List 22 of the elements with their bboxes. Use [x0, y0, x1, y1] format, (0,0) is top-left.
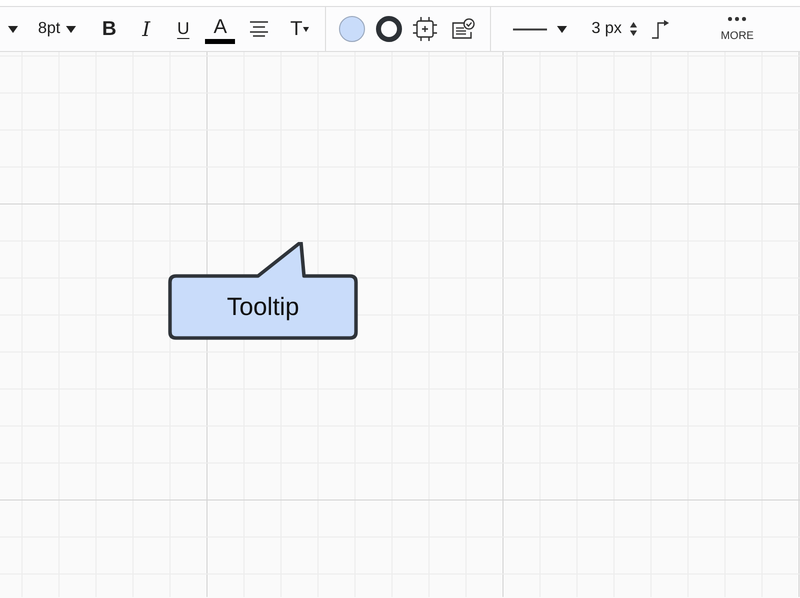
checked-card-icon[interactable]	[451, 18, 476, 40]
crop-icon[interactable]	[413, 17, 438, 41]
line-width-stepper[interactable]: 3 px	[591, 14, 637, 44]
connector-icon[interactable]	[650, 19, 671, 39]
align-center-icon[interactable]	[249, 21, 270, 37]
text-color-button[interactable]: A	[205, 14, 236, 44]
text-menu-button[interactable]: T	[290, 14, 310, 44]
caret-icon	[66, 26, 76, 32]
caret-icon	[557, 26, 568, 32]
more-button[interactable]: MORE	[720, 16, 754, 42]
italic-button[interactable]: I	[131, 14, 162, 44]
callout-text: Tooltip	[226, 292, 300, 322]
line-color-button[interactable]	[376, 16, 402, 42]
bold-button[interactable]: B	[94, 14, 124, 44]
caret-icon	[303, 26, 310, 32]
underline-button[interactable]: U	[168, 14, 198, 44]
dots-icon	[728, 16, 746, 20]
fill-color-button[interactable]	[339, 16, 366, 42]
caret-icon	[8, 26, 18, 32]
line-icon	[513, 28, 548, 30]
font-size-dropdown[interactable]: 8pt	[38, 14, 76, 44]
stepper-arrows-icon	[630, 22, 637, 36]
